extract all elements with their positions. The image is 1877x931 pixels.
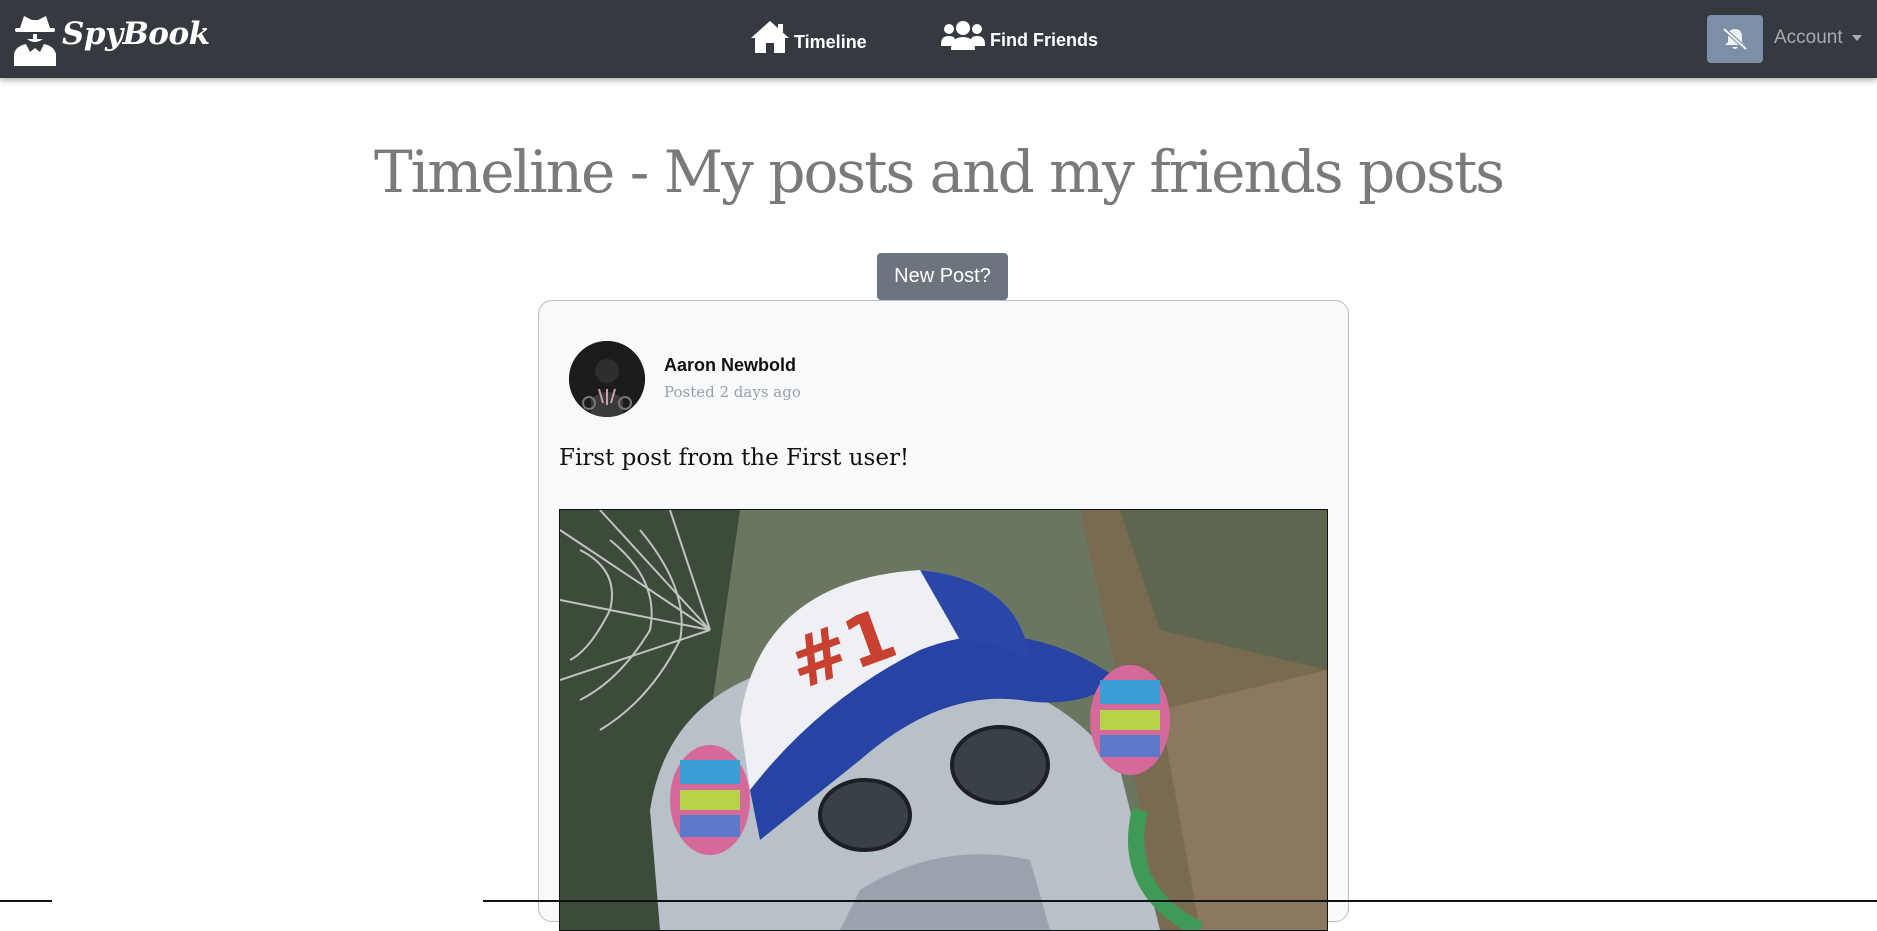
post-author[interactable]: Aaron Newbold xyxy=(664,355,796,376)
notifications-button[interactable] xyxy=(1707,15,1763,63)
bell-slash-icon xyxy=(1722,27,1748,51)
nav-find-friends-label: Find Friends xyxy=(990,30,1098,50)
users-icon xyxy=(941,21,985,50)
avatar[interactable] xyxy=(569,341,645,417)
brand-link[interactable]: SpyBook xyxy=(12,14,210,66)
nav-timeline-link[interactable]: Timeline xyxy=(750,20,867,54)
home-icon xyxy=(751,21,789,53)
post-timestamp: Posted 2 days ago xyxy=(664,383,801,401)
avatar-image xyxy=(569,341,645,417)
spy-icon xyxy=(14,16,56,66)
post-image-illustration: #1 xyxy=(560,510,1327,930)
caret-down-icon xyxy=(1851,35,1862,41)
new-post-button[interactable]: New Post? xyxy=(877,253,1008,300)
page-title: Timeline - My posts and my friends posts xyxy=(373,138,1505,206)
brand-name: SpyBook xyxy=(62,16,210,52)
nav-find-friends-link[interactable]: Find Friends xyxy=(940,20,1098,52)
account-dropdown[interactable]: Account xyxy=(1774,27,1862,49)
post-card: Aaron Newbold Posted 2 days ago First po… xyxy=(538,300,1349,931)
post-image: #1 xyxy=(559,509,1328,931)
account-label: Account xyxy=(1774,27,1843,48)
post-text: First post from the First user! xyxy=(559,445,910,471)
nav-timeline-label: Timeline xyxy=(794,32,867,52)
top-navbar: SpyBook Timeline Find Friends Account xyxy=(0,0,1877,78)
